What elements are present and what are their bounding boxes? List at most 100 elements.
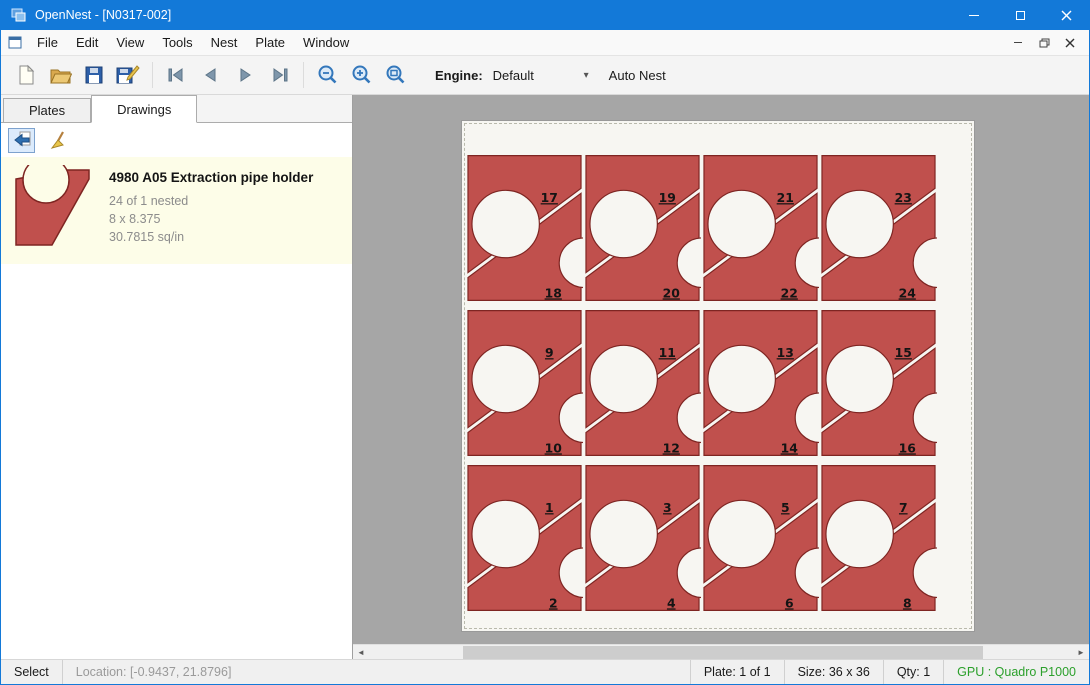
nest-cell[interactable]: 1112: [584, 307, 701, 459]
part-number-top: 3: [663, 500, 672, 515]
first-plate-button[interactable]: [160, 59, 194, 91]
menu-file[interactable]: File: [28, 30, 67, 55]
part-number-bottom: 16: [899, 440, 916, 455]
save-button[interactable]: [77, 59, 111, 91]
nest-cell[interactable]: 1314: [702, 307, 819, 459]
bore-circle: [590, 500, 657, 567]
menu-nest[interactable]: Nest: [202, 30, 247, 55]
nest-cell[interactable]: 78: [820, 462, 937, 614]
nest-cell[interactable]: 1920: [584, 152, 701, 304]
horizontal-scrollbar[interactable]: ◄ ►: [353, 644, 1089, 659]
part-number-bottom: 6: [785, 595, 794, 610]
drawing-list-item[interactable]: 4980 A05 Extraction pipe holder 24 of 1 …: [1, 157, 352, 264]
menu-edit[interactable]: Edit: [67, 30, 107, 55]
status-plate: Plate: 1 of 1: [690, 660, 784, 684]
mdi-minimize-icon: [1014, 42, 1022, 43]
nest-cell[interactable]: 1516: [820, 307, 937, 459]
close-icon: [1061, 10, 1072, 21]
part-number-top: 9: [545, 345, 554, 360]
nest-cell[interactable]: 2122: [702, 152, 819, 304]
drawing-area: 30.7815 sq/in: [109, 228, 313, 246]
part-number-bottom: 22: [781, 285, 798, 300]
maximize-button[interactable]: [997, 0, 1043, 30]
drawings-toolbar: [1, 123, 352, 157]
bore-circle: [826, 190, 893, 257]
zoom-in-button[interactable]: [345, 59, 379, 91]
close-button[interactable]: [1043, 0, 1089, 30]
plate-cells: 171819202122232491011121314151612345678: [466, 152, 937, 614]
auto-nest-button[interactable]: Auto Nest: [609, 68, 666, 83]
nav-next-icon: [233, 65, 257, 85]
open-button[interactable]: [43, 59, 77, 91]
part-thumbnail: [9, 165, 97, 254]
nest-cell[interactable]: 1718: [466, 152, 583, 304]
menu-plate[interactable]: Plate: [246, 30, 294, 55]
nest-cell[interactable]: 34: [584, 462, 701, 614]
save-as-button[interactable]: [111, 59, 145, 91]
zoom-in-icon: [350, 64, 374, 86]
part-number-bottom: 24: [899, 285, 917, 300]
status-size: Size: 36 x 36: [784, 660, 883, 684]
new-file-icon: [15, 64, 37, 86]
menu-tools[interactable]: Tools: [153, 30, 201, 55]
part-number-top: 17: [541, 190, 558, 205]
part-number-top: 23: [895, 190, 912, 205]
bore-circle: [590, 345, 657, 412]
scroll-left-icon[interactable]: ◄: [353, 645, 369, 659]
scrollbar-thumb[interactable]: [463, 646, 983, 659]
part-number-bottom: 2: [549, 595, 558, 610]
new-button[interactable]: [9, 59, 43, 91]
app-icon: [10, 7, 27, 23]
save-icon: [84, 65, 104, 85]
plate-sheet[interactable]: 171819202122232491011121314151612345678: [461, 120, 975, 632]
engine-label: Engine:: [435, 68, 483, 83]
engine-dropdown[interactable]: Default ▾: [489, 65, 593, 86]
import-arrow-icon: [12, 130, 32, 150]
tab-plates[interactable]: Plates: [3, 98, 91, 122]
title-bar: OpenNest - [N0317-002]: [1, 0, 1089, 30]
bore-circle: [708, 190, 775, 257]
reload-part-button[interactable]: [8, 128, 35, 153]
main-toolbar: Engine: Default ▾ Auto Nest: [1, 56, 1089, 95]
tab-drawings[interactable]: Drawings: [91, 95, 197, 123]
status-qty: Qty: 1: [883, 660, 943, 684]
nest-cell[interactable]: 56: [702, 462, 819, 614]
menu-view[interactable]: View: [107, 30, 153, 55]
part-number-bottom: 12: [663, 440, 680, 455]
previous-plate-button[interactable]: [194, 59, 228, 91]
mdi-minimize-button[interactable]: [1007, 34, 1029, 52]
zoom-out-button[interactable]: [311, 59, 345, 91]
part-number-top: 13: [777, 345, 794, 360]
nest-cell[interactable]: 23 24: [820, 152, 937, 304]
nest-cell[interactable]: 12: [466, 462, 583, 614]
mdi-restore-button[interactable]: [1033, 34, 1055, 52]
part-number-top: 1: [545, 500, 554, 515]
zoom-out-icon: [316, 64, 340, 86]
mdi-restore-icon: [1039, 38, 1050, 48]
part-number-top: 7: [899, 500, 908, 515]
zoom-fit-button[interactable]: [379, 59, 413, 91]
nest-canvas[interactable]: 171819202122232491011121314151612345678 …: [353, 95, 1089, 659]
scroll-right-icon[interactable]: ►: [1073, 645, 1089, 659]
next-plate-button[interactable]: [228, 59, 262, 91]
status-location: Location: [-0.9437, 21.8796]: [62, 660, 690, 684]
bore-circle: [826, 345, 893, 412]
clean-button[interactable]: [45, 128, 72, 153]
bore-circle: [826, 500, 893, 567]
window-title: OpenNest - [N0317-002]: [35, 8, 171, 22]
bore-circle: [590, 190, 657, 257]
save-edit-icon: [116, 64, 140, 86]
last-plate-button[interactable]: [262, 59, 296, 91]
menu-window[interactable]: Window: [294, 30, 358, 55]
minimize-icon: [969, 15, 979, 16]
part-number-top: 5: [781, 500, 790, 515]
mdi-close-button[interactable]: [1059, 34, 1081, 52]
bore-circle: [708, 345, 775, 412]
nest-cell[interactable]: 910: [466, 307, 583, 459]
status-bar: Select Location: [-0.9437, 21.8796] Plat…: [1, 659, 1089, 684]
menu-bar: File Edit View Tools Nest Plate Window: [1, 30, 1089, 56]
status-mode: Select: [1, 660, 62, 684]
app-window: OpenNest - [N0317-002] File Edit View To…: [0, 0, 1090, 685]
minimize-button[interactable]: [951, 0, 997, 30]
mdi-close-icon: [1065, 38, 1075, 48]
